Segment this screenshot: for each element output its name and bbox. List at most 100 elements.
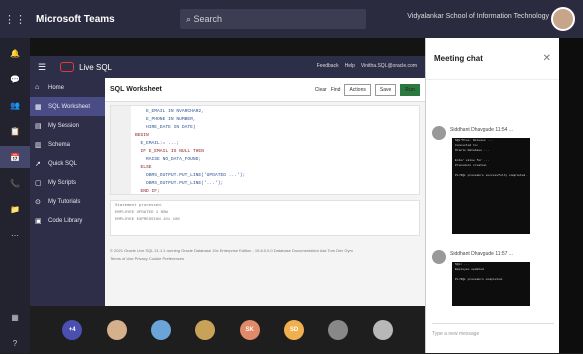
screenshot-attachment[interactable]: SQL> ... Employee updated PL/SQL procedur… (452, 262, 530, 306)
feedback-link[interactable]: Feedback (317, 63, 339, 69)
terminal-line: PL/SQL procedure completed. (455, 278, 504, 281)
avatar (432, 126, 446, 140)
code-line: DBMS_OUTPUT.PUT_LINE('UPDATED ...'); (135, 173, 246, 178)
worksheet-icon: ▦ (35, 103, 42, 111)
more-icon[interactable]: ⋯ (0, 224, 30, 246)
nav-code-library[interactable]: ▣ Code Library (30, 211, 105, 230)
screenshot-attachment[interactable]: SQL*Plus: Release ... Connected to: Oracle… (452, 138, 530, 234)
chat-title: Meeting chat (434, 54, 483, 63)
nav-quick-sql[interactable]: ↗ Quick SQL (30, 154, 105, 173)
nav-label: My Session (48, 122, 80, 129)
chat-icon[interactable]: 💬 (0, 68, 30, 90)
home-icon: ⌂ (35, 84, 40, 91)
search-box[interactable]: ⌕ Search (180, 9, 366, 29)
scripts-icon: ▢ (35, 179, 42, 187)
result-line: EMPLOYEE UPDATED 1 ROW (115, 211, 168, 215)
code-line: IF E_EMAIL IS NULL THEN (135, 149, 204, 154)
calendar-icon[interactable]: 📅 (0, 146, 30, 168)
results-pane: Statement processed. EMPLOYEE UPDATED 1 R… (110, 200, 420, 236)
livesql-header: ☰ Live SQL Feedback Help Vinitha.SQL@ora… (30, 56, 425, 78)
participant-avatar[interactable] (328, 319, 349, 340)
message-sender: Siddhant Dhavgude 11:57 ... (450, 251, 514, 257)
run-button[interactable]: Run (400, 83, 420, 96)
assignments-icon[interactable]: 📋 (0, 120, 30, 142)
code-line: RAISE NO_DATA_FOUND; (135, 157, 202, 162)
meeting-stage: ☰ Live SQL Feedback Help Vinitha.SQL@ora… (30, 38, 425, 353)
code-line: END IF; (135, 189, 160, 194)
help-link[interactable]: Help (345, 63, 355, 69)
participant-strip: +4 SK SD (30, 306, 425, 353)
files-icon[interactable]: 📁 (0, 198, 30, 220)
code-line: HIRE_DATE IN DATE) (135, 125, 196, 130)
worksheet-toolbar: Clear Find Actions Save Run (315, 83, 420, 96)
participant-avatar[interactable]: +4 (62, 319, 83, 340)
compose-placeholder: Type a new message (432, 330, 480, 337)
compose-box[interactable]: Type a new message (432, 323, 554, 343)
nav-label: My Tutorials (48, 198, 81, 205)
schema-icon: ▥ (35, 141, 42, 149)
participant-avatar[interactable]: SD (284, 319, 305, 340)
worksheet-area: SQL Worksheet Clear Find Actions Save Ru… (105, 78, 425, 306)
menu-icon[interactable]: ☰ (38, 62, 46, 73)
participant-avatar[interactable] (106, 319, 127, 340)
nav-my-scripts[interactable]: ▢ My Scripts (30, 173, 105, 192)
teams-rail: 🔔 💬 👥 📋 📅 📞 📁 ⋯ ▦ ? (0, 38, 30, 353)
participant-avatar[interactable]: SK (239, 319, 260, 340)
participant-avatar[interactable] (150, 319, 171, 340)
nav-label: Quick SQL (48, 160, 78, 167)
chat-header: Meeting chat ✕ (426, 38, 559, 80)
teams-icon[interactable]: 👥 (0, 94, 30, 116)
livesql-sidebar: ⌂ Home ▦ SQL Worksheet ▤ My Session ▥ Schema… (30, 78, 105, 306)
worksheet-title: SQL Worksheet (110, 86, 162, 93)
quick-sql-icon: ↗ (35, 160, 41, 168)
app-title: Microsoft Teams (36, 13, 115, 25)
result-line: Statement processed. (115, 204, 164, 208)
worksheet-header: SQL Worksheet Clear Find Actions Save Ru… (105, 78, 425, 102)
nav-schema[interactable]: ▥ Schema (30, 135, 105, 154)
message-sender: Siddhant Dhavgude 11:54 ... (450, 127, 514, 133)
code-line: E_EMAIL:= ...; (135, 141, 180, 146)
screen-edge (559, 38, 583, 353)
oracle-logo (60, 62, 75, 72)
nav-home[interactable]: ⌂ Home (30, 78, 105, 97)
help-icon[interactable]: ? (0, 332, 30, 354)
code-line: BEGIN (135, 133, 149, 138)
actions-dropdown[interactable]: Actions (344, 83, 371, 96)
nav-my-session[interactable]: ▤ My Session (30, 116, 105, 135)
participant-avatar[interactable] (195, 319, 216, 340)
app-launcher-icon[interactable]: ⋮⋮ (0, 0, 30, 38)
line-gutter (111, 106, 131, 194)
find-button[interactable]: Find (331, 87, 341, 93)
app-name: Live SQL (79, 62, 112, 72)
header-links: Feedback Help Vinitha.SQL@oracle.com (317, 63, 417, 69)
code-line: E_EMAIL IN NVARCHAR2, (135, 109, 204, 114)
org-name: Vidyalankar School of Information Techno… (407, 13, 549, 20)
clear-button[interactable]: Clear (315, 87, 327, 93)
nav-my-tutorials[interactable]: ⊙ My Tutorials (30, 192, 105, 211)
code-line: ELSE (135, 165, 152, 170)
save-button[interactable]: Save (374, 83, 397, 96)
code-line: DBMS_OUTPUT.PUT_LINE('...'); (135, 181, 224, 186)
search-icon: ⌕ (186, 13, 194, 24)
footer-line: Terms of Use Privacy Cookie Preferences (110, 256, 185, 261)
profile-avatar[interactable] (551, 7, 575, 31)
meeting-chat-panel: Meeting chat ✕ Siddhant Dhavgude 11:54 .… (425, 38, 559, 353)
participant-avatar[interactable] (372, 319, 393, 340)
nav-label: Home (48, 84, 65, 91)
calls-icon[interactable]: 📞 (0, 172, 30, 194)
activity-icon[interactable]: 🔔 (0, 42, 30, 64)
code-line: E_PHONE IN NUMBER, (135, 117, 196, 122)
close-icon[interactable]: ✕ (543, 53, 551, 64)
apps-icon[interactable]: ▦ (0, 306, 30, 328)
page-footer: © 2021 Oracle Live SQL 21.1.1 running Or… (105, 244, 425, 274)
user-link[interactable]: Vinitha.SQL@oracle.com (361, 63, 417, 69)
nav-label: Schema (48, 141, 71, 148)
tutorials-icon: ⊙ (35, 198, 41, 206)
session-icon: ▤ (35, 122, 42, 130)
nav-sql-worksheet[interactable]: ▦ SQL Worksheet (30, 97, 105, 116)
shared-screen: ☰ Live SQL Feedback Help Vinitha.SQL@ora… (30, 56, 425, 306)
footer-line: © 2021 Oracle Live SQL 21.1.1 running Or… (110, 248, 353, 253)
sql-editor[interactable]: E_EMAIL IN NVARCHAR2, E_PHONE IN NUMBER,… (110, 105, 420, 195)
nav-label: My Scripts (48, 179, 77, 186)
library-icon: ▣ (35, 217, 42, 225)
